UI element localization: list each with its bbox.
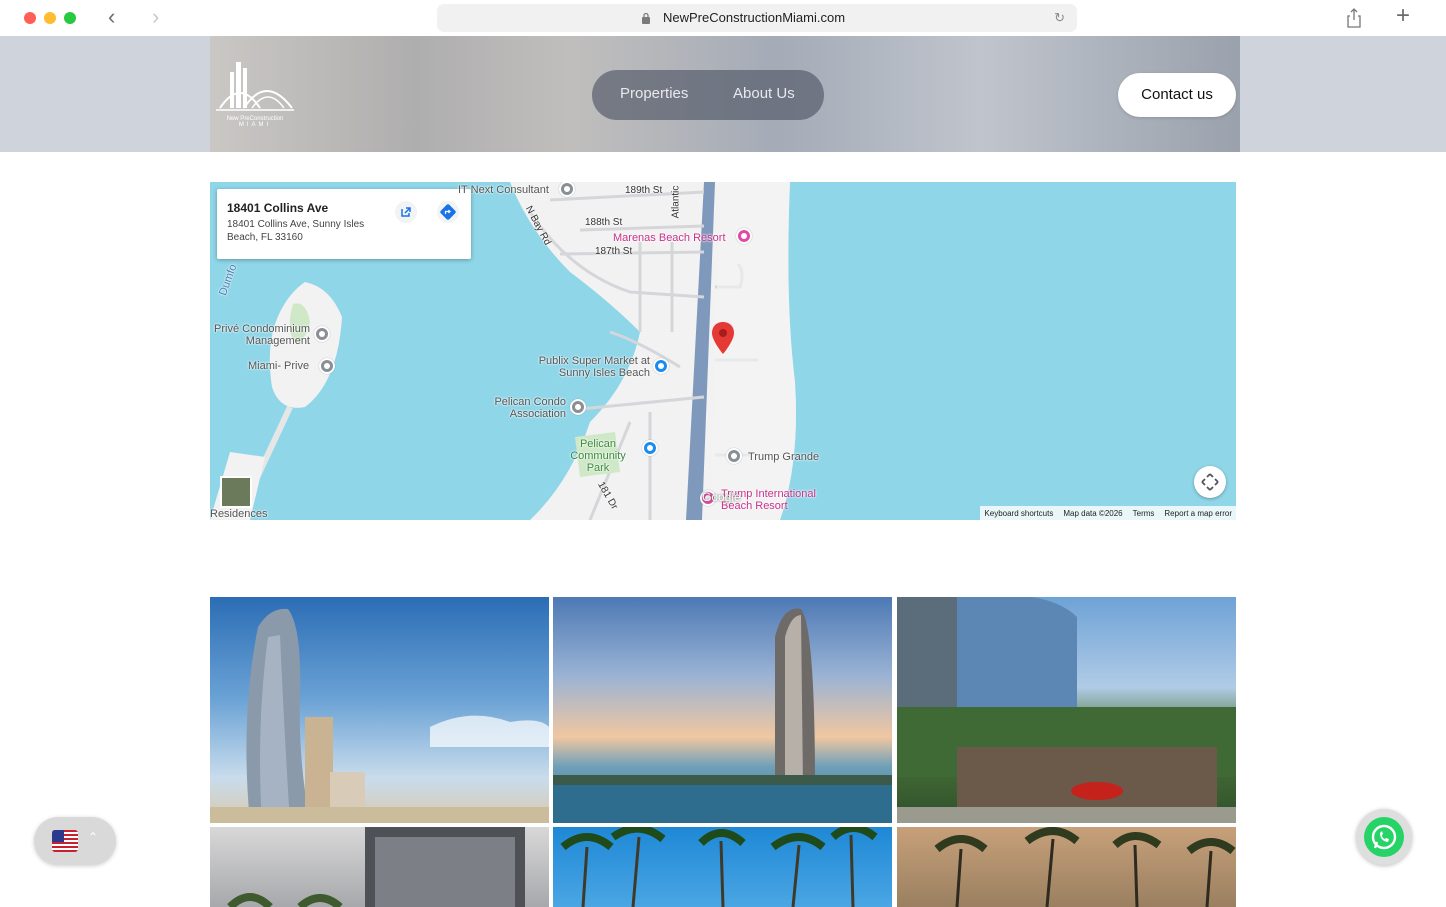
gallery-image[interactable] [897,827,1236,907]
google-logo: Google [702,490,741,504]
map-label-miami-prive: Miami- Prive [248,360,310,372]
map-label-pelican-park: Pelican Community Park [570,438,626,474]
google-map[interactable]: 18401 Collins Ave 18401 Collins Ave, Sun… [210,182,1236,520]
poi-pelican-condo[interactable] [570,399,586,415]
terms-link[interactable]: Terms [1133,509,1155,518]
browser-toolbar: ‹ › NewPreConstructionMiami.com ↻ + [0,0,1446,36]
map-data-text: Map data ©2026 [1063,508,1123,518]
chevron-up-icon: ⌃ [88,830,99,844]
language-selector[interactable]: ⌃ [34,817,116,865]
place-info-card: 18401 Collins Ave 18401 Collins Ave, Sun… [217,189,471,259]
map-label-publix: Publix Super Market at Sunny Isles Beach [538,355,650,379]
keyboard-shortcuts-link[interactable]: Keyboard shortcuts [984,509,1053,518]
map-label-188th-st: 188th St [585,217,623,228]
url-text: NewPreConstructionMiami.com [663,10,846,25]
plus-icon[interactable]: + [1396,4,1410,28]
report-map-error-link[interactable]: Report a map error [1164,509,1232,518]
site-header: New PreConstruction MIAMI Properties Abo… [0,36,1446,152]
poi-publix[interactable] [653,358,669,374]
map-label-next-consultant: IT Next Consultant [458,184,549,196]
share-icon[interactable] [1346,8,1362,28]
forward-icon[interactable]: › [152,6,159,28]
lock-icon [642,12,650,24]
poi-trump-grande[interactable] [726,448,742,464]
us-flag-icon [52,830,78,852]
nav-about-us[interactable]: About Us [733,85,795,102]
map-label-residences: Residences [210,508,268,520]
map-label-prive-condo: Privé Condominium Management [214,323,310,347]
gallery-image[interactable] [553,597,892,823]
main-nav: Properties About Us [592,70,824,120]
place-title: 18401 Collins Ave [227,201,329,215]
poi-prive-condo[interactable] [314,326,330,342]
fullscreen-icon[interactable] [1194,466,1226,498]
back-icon[interactable]: ‹ [108,6,115,28]
address-bar[interactable]: NewPreConstructionMiami.com ↻ [437,4,1077,32]
map-label-marenas: Marenas Beach Resort [613,232,726,244]
poi-pelican-park-icon[interactable] [642,440,658,456]
map-label-trump-grande: Trump Grande [748,451,820,463]
logo-text: New PreConstruction MIAMI [226,116,284,128]
whatsapp-icon [1364,817,1404,857]
map-label-atlantic: Atlantic [670,185,682,219]
poi-miami-prive[interactable] [319,358,335,374]
place-address: 18401 Collins Ave, Sunny Isles Beach, FL… [227,219,365,243]
map-attribution: Keyboard shortcuts Map data ©2026 Terms … [980,506,1236,520]
nav-properties[interactable]: Properties [620,85,688,102]
zoom-window-button[interactable] [64,12,76,24]
close-window-button[interactable] [24,12,36,24]
map-label-pelican-condo: Pelican Condo Association [494,396,566,420]
contact-us-button[interactable]: Contact us [1118,73,1236,117]
map-label-187th-st: 187th St [595,246,633,257]
minimize-window-button[interactable] [44,12,56,24]
map-label-189th-st: 189th St [625,185,663,196]
map-type-toggle[interactable] [220,476,252,508]
open-external-icon[interactable] [395,201,417,223]
location-pin-icon[interactable] [712,322,734,354]
directions-icon[interactable] [437,201,459,223]
whatsapp-button[interactable] [1356,809,1412,865]
gallery-image[interactable] [553,827,892,907]
poi-marenas-beach-resort[interactable] [736,228,752,244]
gallery-image[interactable] [897,597,1236,823]
reload-icon[interactable]: ↻ [1054,10,1065,26]
gallery-image[interactable] [210,597,549,823]
gallery-image[interactable] [210,827,549,907]
